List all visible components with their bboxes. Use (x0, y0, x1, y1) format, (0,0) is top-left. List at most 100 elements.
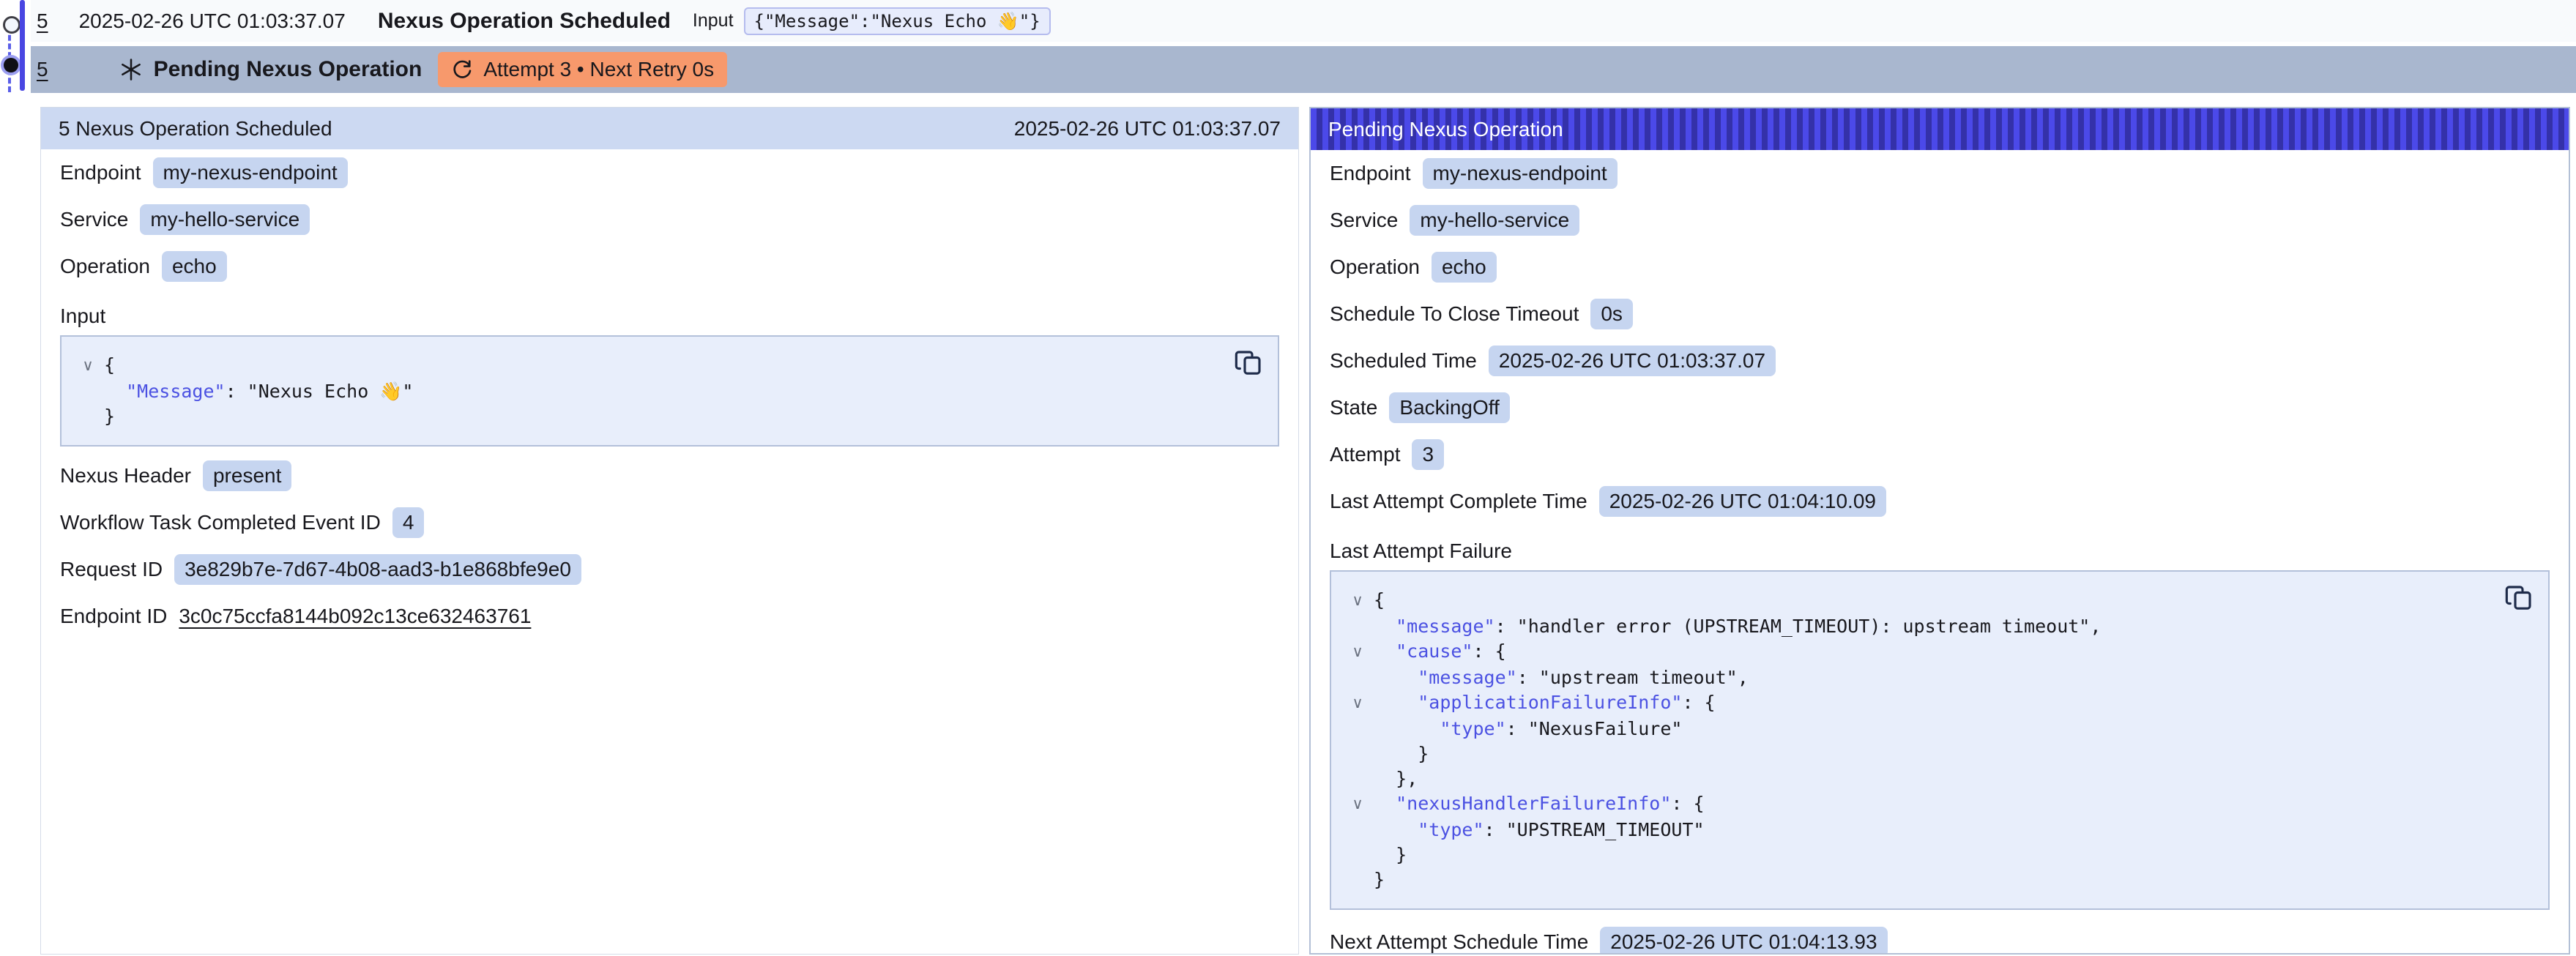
input-section-label: Input (41, 290, 1298, 332)
field-value-badge: echo (1432, 252, 1497, 283)
field-label: Nexus Header (60, 464, 191, 488)
field-label: Next Attempt Schedule Time (1330, 930, 1588, 954)
detail-field: Workflow Task Completed Event ID 4 (41, 499, 1298, 546)
scheduled-fields: Endpoint my-nexus-endpoint Service my-he… (41, 149, 1298, 290)
panel-title: Pending Nexus Operation (1328, 118, 1563, 141)
collapse-chevron-icon[interactable]: ∨ (1341, 639, 1374, 665)
copy-button[interactable] (2504, 583, 2534, 613)
timeline-active-bar (20, 0, 25, 91)
field-value-badge: 2025-02-26 UTC 01:03:37.07 (1489, 346, 1776, 376)
scheduled-panel-header: 5 Nexus Operation Scheduled 2025-02-26 U… (41, 108, 1298, 149)
event-detail-panels: 5 Nexus Operation Scheduled 2025-02-26 U… (40, 107, 2570, 955)
event-history-rows: 5 2025-02-26 UTC 01:03:37.07 Nexus Opera… (31, 0, 2576, 93)
json-line: "applicationFailureInfo": { (1374, 690, 1716, 715)
detail-field: Endpoint my-nexus-endpoint (41, 149, 1298, 196)
detail-field: State BackingOff (1311, 384, 2569, 431)
detail-field: Service my-hello-service (1311, 197, 2569, 244)
field-label: Endpoint (60, 161, 141, 184)
collapse-chevron-icon[interactable]: ∨ (1341, 588, 1374, 614)
detail-field: Next Attempt Schedule Time 2025-02-26 UT… (1311, 919, 2569, 955)
json-line: "nexusHandlerFailureInfo": { (1374, 791, 1705, 816)
field-label: Workflow Task Completed Event ID (60, 511, 381, 534)
copy-icon (2504, 583, 2534, 613)
field-value-badge: my-nexus-endpoint (1423, 158, 1618, 189)
pending-operation-panel: Pending Nexus Operation Endpoint my-nexu… (1309, 107, 2570, 955)
field-value-badge: BackingOff (1389, 392, 1509, 423)
pending-asterisk-icon (119, 57, 144, 82)
field-label: Endpoint ID (60, 605, 167, 628)
field-label: Schedule To Close Timeout (1330, 302, 1579, 326)
field-label: Request ID (60, 558, 163, 581)
field-label: Endpoint (1330, 162, 1411, 185)
timeline-event-marker-open[interactable] (3, 16, 21, 34)
pending-event-title: Pending Nexus Operation (154, 57, 422, 82)
field-value-badge: 2025-02-26 UTC 01:04:13.93 (1600, 927, 1887, 955)
field-value-badge: 3 (1412, 439, 1444, 470)
collapse-chevron-icon[interactable]: ∨ (72, 353, 104, 379)
event-title: Nexus Operation Scheduled (378, 9, 671, 34)
timeline-event-marker-selected[interactable] (4, 58, 18, 72)
collapse-chevron-icon[interactable]: ∨ (1341, 690, 1374, 717)
detail-field: Operation echo (1311, 244, 2569, 291)
field-label: Operation (60, 255, 150, 278)
json-line: { (1374, 588, 1385, 613)
json-line: "type": "UPSTREAM_TIMEOUT" (1374, 818, 1705, 843)
attempt-retry-text: Attempt 3 • Next Retry 0s (483, 58, 714, 81)
field-label: Operation (1330, 255, 1420, 279)
endpoint-id-field: Endpoint ID 3c0c75ccfa8144b092c13ce63246… (41, 593, 1298, 640)
field-value-badge: present (203, 460, 291, 491)
field-label: State (1330, 396, 1377, 419)
input-json-viewer: ∨{ "Message": "Nexus Echo 👋"} (60, 335, 1279, 447)
json-line: }, (1374, 766, 1418, 791)
failure-section-label: Last Attempt Failure (1311, 525, 2569, 567)
copy-button[interactable] (1234, 348, 1263, 378)
field-label: Scheduled Time (1330, 349, 1477, 373)
json-line: "Message": "Nexus Echo 👋" (104, 379, 413, 404)
scheduled-fields-secondary: Nexus Header present Workflow Task Compl… (41, 452, 1298, 593)
detail-field: Schedule To Close Timeout 0s (1311, 291, 2569, 337)
event-input-chip[interactable]: {"Message":"Nexus Echo 👋"} (744, 7, 1051, 35)
detail-field: Endpoint my-nexus-endpoint (1311, 150, 2569, 197)
field-value-badge: 4 (392, 507, 425, 538)
field-label: Attempt (1330, 443, 1400, 466)
detail-field: Attempt 3 (1311, 431, 2569, 478)
json-line: "cause": { (1374, 639, 1506, 664)
field-value-badge: echo (162, 251, 227, 282)
attempt-retry-badge: Attempt 3 • Next Retry 0s (438, 52, 727, 87)
detail-field: Service my-hello-service (41, 196, 1298, 243)
event-id-link[interactable]: 5 (37, 10, 48, 33)
field-label: Last Attempt Complete Time (1330, 490, 1587, 513)
json-line: } (1374, 843, 1407, 867)
field-label: Service (1330, 209, 1398, 232)
retry-arrow-icon (451, 59, 473, 81)
json-line: "type": "NexusFailure" (1374, 717, 1682, 742)
field-value-badge: 2025-02-26 UTC 01:04:10.09 (1599, 486, 1886, 517)
detail-field: Last Attempt Complete Time 2025-02-26 UT… (1311, 478, 2569, 525)
field-value-badge: 3e829b7e-7d67-4b08-aad3-b1e868bfe9e0 (174, 554, 581, 585)
field-value-badge: my-hello-service (140, 204, 310, 235)
json-line: } (1374, 742, 1429, 766)
pending-panel-header: Pending Nexus Operation (1311, 108, 2569, 150)
field-label: Service (60, 208, 128, 231)
event-id-link[interactable]: 5 (37, 58, 48, 81)
failure-json-viewer: ∨{ "message": "handler error (UPSTREAM_T… (1330, 570, 2550, 910)
collapse-chevron-icon[interactable]: ∨ (1341, 791, 1374, 818)
json-line: } (104, 404, 115, 429)
copy-icon (1234, 348, 1263, 378)
panel-title: 5 Nexus Operation Scheduled (59, 117, 332, 141)
pending-fields-secondary: Next Attempt Schedule Time 2025-02-26 UT… (1311, 919, 2569, 955)
scheduled-event-panel: 5 Nexus Operation Scheduled 2025-02-26 U… (40, 107, 1299, 955)
pending-fields: Endpoint my-nexus-endpoint Service my-he… (1311, 150, 2569, 525)
detail-field: Scheduled Time 2025-02-26 UTC 01:03:37.0… (1311, 337, 2569, 384)
event-row-pending[interactable]: 5 Pending Nexus Operation Attempt 3 • Ne… (31, 46, 2576, 93)
field-value-badge: my-nexus-endpoint (153, 157, 348, 188)
detail-field: Nexus Header present (41, 452, 1298, 499)
event-timestamp: 2025-02-26 UTC 01:03:37.07 (79, 10, 346, 33)
detail-field: Operation echo (41, 243, 1298, 290)
endpoint-id-link[interactable]: 3c0c75ccfa8144b092c13ce632463761 (179, 605, 531, 628)
field-value-badge: 0s (1590, 299, 1633, 329)
panel-timestamp: 2025-02-26 UTC 01:03:37.07 (1014, 117, 1281, 141)
field-value-badge: my-hello-service (1410, 205, 1579, 236)
event-row-scheduled[interactable]: 5 2025-02-26 UTC 01:03:37.07 Nexus Opera… (31, 0, 2576, 42)
json-line: "message": "handler error (UPSTREAM_TIME… (1374, 614, 2101, 639)
